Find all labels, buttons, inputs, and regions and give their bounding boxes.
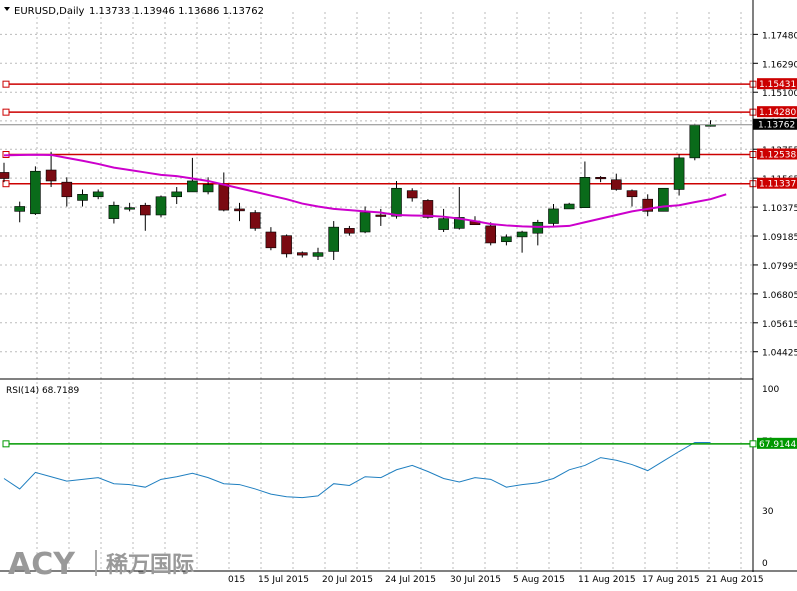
candle-bull[interactable] bbox=[501, 236, 512, 243]
logo-chinese: 稀万国际 bbox=[106, 552, 194, 578]
chart-symbol-label: EURUSD,Daily bbox=[14, 6, 85, 17]
price-level-label: 1.14280 bbox=[759, 108, 796, 118]
candle-bear[interactable] bbox=[406, 190, 418, 199]
candle-bear[interactable] bbox=[218, 184, 230, 211]
candle-bull[interactable] bbox=[328, 226, 340, 252]
time-tick-label: 17 Aug 2015 bbox=[642, 575, 700, 585]
price-level-label: 1.11337 bbox=[759, 180, 796, 190]
chart-ohlc-label: 1.13733 1.13946 1.13686 1.13762 bbox=[89, 6, 264, 17]
candle-bear[interactable] bbox=[61, 181, 73, 198]
candle-bear[interactable] bbox=[281, 235, 292, 255]
candle-bear[interactable] bbox=[485, 225, 497, 244]
rsi-axis: 10070300 bbox=[762, 385, 779, 569]
rsi-level-handle-right[interactable] bbox=[749, 440, 757, 448]
dropdown-triangle-icon[interactable] bbox=[4, 7, 10, 11]
chart-window: 1.174801.162901.151001.139201.127551.115… bbox=[0, 0, 797, 587]
candle-bull[interactable] bbox=[548, 208, 559, 224]
rsi-tick-label: 100 bbox=[762, 385, 779, 395]
price-level-handle-left[interactable] bbox=[2, 108, 10, 116]
price-level-handle-left[interactable] bbox=[2, 80, 10, 88]
candle-bull[interactable] bbox=[563, 203, 575, 210]
time-tick-label: 5 Aug 2015 bbox=[513, 575, 565, 585]
candle-bear[interactable] bbox=[610, 179, 622, 190]
candle-bear[interactable] bbox=[45, 169, 57, 182]
candle-bull[interactable] bbox=[579, 177, 591, 208]
candle-bull[interactable] bbox=[202, 184, 214, 193]
logo-brand: ACY bbox=[8, 547, 76, 582]
time-tick-label: 30 Jul 2015 bbox=[450, 575, 501, 585]
candle-bear[interactable] bbox=[0, 172, 10, 179]
price-tick-label: 1.06805 bbox=[762, 291, 797, 301]
candle-bull[interactable] bbox=[359, 212, 371, 233]
candle-bull[interactable] bbox=[187, 180, 198, 193]
time-tick-label: 21 Aug 2015 bbox=[706, 575, 764, 585]
candle-bull[interactable] bbox=[92, 191, 104, 198]
price-level-label: 1.12538 bbox=[759, 151, 796, 161]
price-tick-label: 1.16290 bbox=[762, 60, 797, 70]
rsi-label: RSI(14) 68.7189 bbox=[6, 386, 79, 396]
candle-bull[interactable] bbox=[77, 194, 88, 201]
rsi-tick-label: 0 bbox=[762, 559, 768, 569]
candle-bear[interactable] bbox=[140, 204, 151, 216]
candle-bear[interactable] bbox=[626, 190, 638, 198]
candle-bull[interactable] bbox=[30, 170, 41, 215]
price-tick-label: 1.09185 bbox=[762, 233, 797, 243]
current-price-label: 1.13762 bbox=[758, 121, 795, 131]
price-tick-label: 1.10375 bbox=[762, 204, 797, 214]
candle-bear[interactable] bbox=[234, 208, 245, 212]
rsi-level-handle-left[interactable] bbox=[2, 440, 10, 448]
rsi-tick-label: 30 bbox=[762, 507, 774, 517]
candle-bull[interactable] bbox=[14, 206, 25, 212]
candle-bull[interactable] bbox=[391, 187, 402, 217]
candle-bull[interactable] bbox=[438, 218, 449, 230]
time-tick-label: 24 Jul 2015 bbox=[385, 575, 436, 585]
price-tick-label: 1.04425 bbox=[762, 349, 797, 359]
time-tick-label: 11 Aug 2015 bbox=[578, 575, 636, 585]
time-tick-label: 20 Jul 2015 bbox=[322, 575, 373, 585]
candle-bull[interactable] bbox=[108, 204, 120, 219]
price-level-label: 1.15431 bbox=[759, 80, 796, 90]
candle-bear[interactable] bbox=[265, 231, 277, 249]
price-tick-label: 1.07995 bbox=[762, 262, 797, 272]
candles bbox=[0, 120, 716, 260]
price-tick-label: 1.05615 bbox=[762, 320, 797, 330]
candle-bear[interactable] bbox=[344, 228, 355, 234]
time-tick-label: 015 bbox=[228, 575, 245, 585]
candle-bear[interactable] bbox=[375, 214, 387, 217]
candle-bull[interactable] bbox=[155, 196, 167, 216]
candle-bear[interactable] bbox=[595, 177, 606, 180]
price-tick-label: 1.17480 bbox=[762, 31, 797, 41]
rsi-line bbox=[3, 441, 711, 499]
price-tick-label: 1.15100 bbox=[762, 89, 797, 99]
candle-bull[interactable] bbox=[689, 124, 701, 159]
candle-bear[interactable] bbox=[249, 212, 261, 229]
candle-bull[interactable] bbox=[124, 207, 135, 210]
time-tick-label: 15 Jul 2015 bbox=[258, 575, 309, 585]
candle-bear[interactable] bbox=[296, 252, 308, 256]
candle-bull[interactable] bbox=[673, 157, 685, 190]
candle-bull[interactable] bbox=[516, 231, 528, 238]
candle-bull[interactable] bbox=[312, 252, 324, 257]
trading-chart: 1.174801.162901.151001.139201.127551.115… bbox=[0, 0, 797, 585]
rsi-level-label: 67.9144 bbox=[759, 440, 796, 450]
candle-bull[interactable] bbox=[171, 191, 182, 198]
time-axis: 015 15 Jul 2015 20 Jul 2015 24 Jul 2015 30 J… bbox=[228, 575, 764, 585]
